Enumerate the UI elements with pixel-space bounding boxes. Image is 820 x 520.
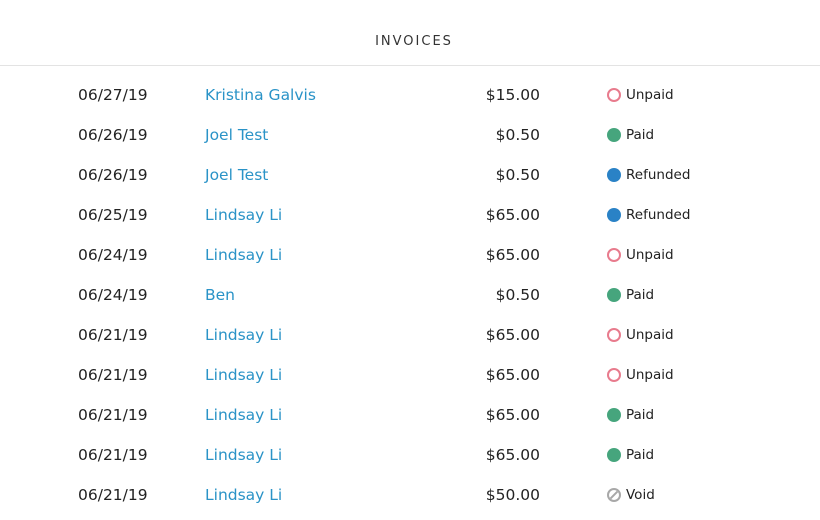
customer-link[interactable]: Lindsay Li (205, 205, 282, 225)
status-label: Unpaid (626, 247, 674, 263)
customer-link[interactable]: Lindsay Li (205, 325, 282, 345)
status-label: Refunded (626, 207, 691, 223)
open-circle-icon (607, 328, 621, 342)
invoice-amount: $65.00 (485, 246, 540, 264)
customer-link[interactable]: Joel Test (205, 165, 268, 185)
invoice-amount: $65.00 (485, 406, 540, 424)
invoice-amount: $65.00 (485, 446, 540, 464)
customer-link[interactable]: Lindsay Li (205, 445, 282, 465)
invoice-amount: $15.00 (485, 86, 540, 104)
status-badge: Unpaid (607, 365, 674, 385)
customer-link[interactable]: Lindsay Li (205, 365, 282, 385)
table-row[interactable]: 06/26/19 Joel Test $0.50 Refunded (0, 155, 820, 195)
invoice-date: 06/21/19 (78, 366, 148, 384)
invoice-date: 06/27/19 (78, 86, 148, 104)
invoice-amount: $65.00 (485, 206, 540, 224)
status-badge: Paid (607, 125, 654, 145)
invoice-date: 06/21/19 (78, 486, 148, 504)
status-label: Refunded (626, 167, 691, 183)
status-label: Paid (626, 127, 655, 143)
status-label: Void (626, 487, 655, 503)
invoice-date: 06/21/19 (78, 406, 148, 424)
void-circle-icon (607, 488, 621, 502)
status-badge: Unpaid (607, 325, 674, 345)
open-circle-icon (607, 88, 621, 102)
status-label: Unpaid (626, 87, 674, 103)
status-badge: Paid (607, 285, 654, 305)
filled-circle-icon (607, 208, 621, 222)
invoice-date: 06/26/19 (78, 166, 148, 184)
table-row[interactable]: 06/24/19 Lindsay Li $65.00 Unpaid (0, 235, 820, 275)
status-label: Unpaid (626, 367, 674, 383)
invoice-date: 06/24/19 (78, 286, 148, 304)
status-badge: Paid (607, 405, 654, 425)
filled-circle-icon (607, 168, 621, 182)
customer-link[interactable]: Joel Test (205, 125, 268, 145)
invoice-date: 06/21/19 (78, 326, 148, 344)
status-badge: Paid (607, 445, 654, 465)
table-row[interactable]: 06/21/19 Lindsay Li $65.00 Unpaid (0, 315, 820, 355)
customer-link[interactable]: Lindsay Li (205, 245, 282, 265)
table-row[interactable]: 06/21/19 Lindsay Li $65.00 Unpaid (0, 355, 820, 395)
invoice-date: 06/24/19 (78, 246, 148, 264)
page-title: INVOICES (375, 34, 453, 49)
status-badge: Refunded (607, 165, 690, 185)
table-row[interactable]: 06/26/19 Joel Test $0.50 Paid (0, 115, 820, 155)
status-label: Unpaid (626, 327, 674, 343)
status-badge: Void (607, 485, 655, 505)
filled-circle-icon (607, 408, 621, 422)
table-row[interactable]: 06/27/19 Kristina Galvis $15.00 Unpaid (0, 75, 820, 115)
status-label: Paid (626, 407, 655, 423)
open-circle-icon (607, 368, 621, 382)
table-row[interactable]: 06/21/19 Lindsay Li $65.00 Paid (0, 395, 820, 435)
open-circle-icon (607, 248, 621, 262)
invoice-amount: $50.00 (485, 486, 540, 504)
customer-link[interactable]: Lindsay Li (205, 485, 282, 505)
invoice-amount: $0.50 (495, 286, 540, 304)
filled-circle-icon (607, 288, 621, 302)
invoice-list: 06/27/19 Kristina Galvis $15.00 Unpaid 0… (0, 75, 820, 515)
status-label: Paid (626, 287, 655, 303)
invoice-amount: $0.50 (495, 126, 540, 144)
table-row[interactable]: 06/21/19 Lindsay Li $65.00 Paid (0, 435, 820, 475)
page-header: INVOICES (0, 0, 820, 66)
filled-circle-icon (607, 448, 621, 462)
invoice-amount: $65.00 (485, 326, 540, 344)
table-row[interactable]: 06/24/19 Ben $0.50 Paid (0, 275, 820, 315)
table-row[interactable]: 06/21/19 Lindsay Li $50.00 Void (0, 475, 820, 515)
invoice-amount: $65.00 (485, 366, 540, 384)
customer-link[interactable]: Kristina Galvis (205, 85, 316, 105)
filled-circle-icon (607, 128, 621, 142)
customer-link[interactable]: Ben (205, 285, 235, 305)
status-label: Paid (626, 447, 655, 463)
invoice-date: 06/26/19 (78, 126, 148, 144)
status-badge: Unpaid (607, 85, 674, 105)
invoice-date: 06/21/19 (78, 446, 148, 464)
table-row[interactable]: 06/25/19 Lindsay Li $65.00 Refunded (0, 195, 820, 235)
invoice-date: 06/25/19 (78, 206, 148, 224)
status-badge: Unpaid (607, 245, 674, 265)
invoice-amount: $0.50 (495, 166, 540, 184)
customer-link[interactable]: Lindsay Li (205, 405, 282, 425)
status-badge: Refunded (607, 205, 690, 225)
